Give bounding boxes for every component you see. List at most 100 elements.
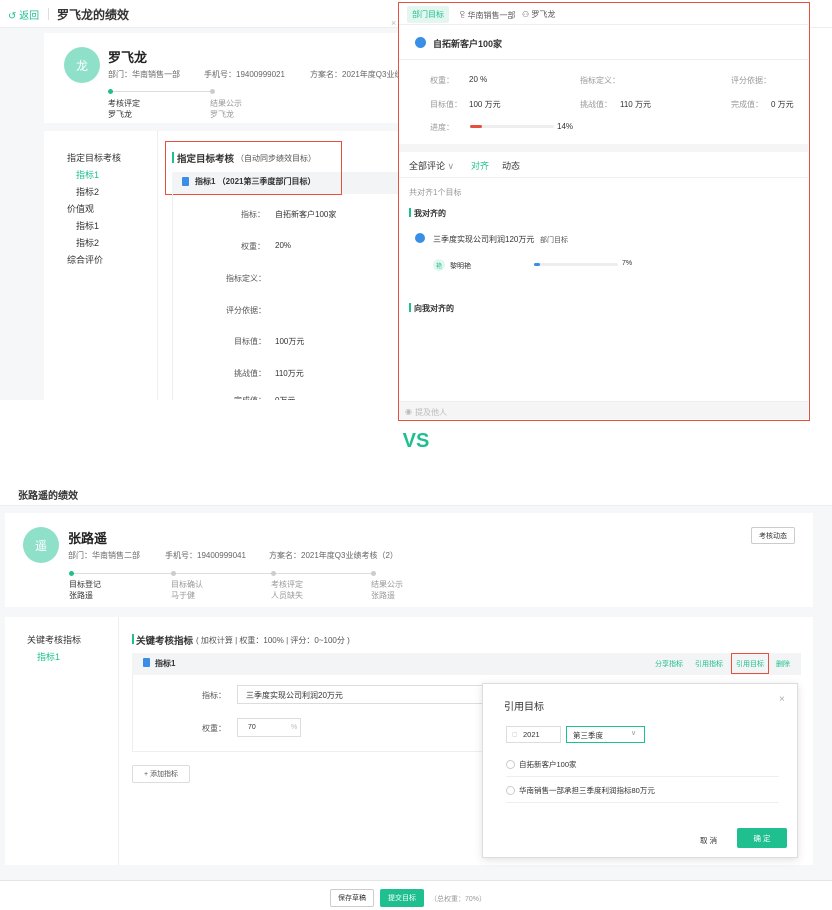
back-label: 返回	[19, 11, 40, 22]
indicator-title: 指标1 （2021第三季度部门目标）	[195, 177, 316, 186]
done-value: 0 万元	[771, 100, 794, 109]
quote-goal-link[interactable]: 引用目标	[736, 659, 764, 669]
nav-group[interactable]: 价值观	[67, 202, 94, 215]
step-who: 张路遥	[371, 591, 395, 600]
option-label[interactable]: 自拓新客户100家	[519, 759, 577, 770]
section-subtitle: （自动同步绩效目标）	[236, 154, 316, 163]
user-icon: ⚇	[522, 10, 530, 19]
person-plan: 方案名：2021年度Q3业绩考核（2）	[269, 551, 398, 560]
close-icon[interactable]: ×	[779, 694, 785, 705]
step-label: 考核评定	[271, 580, 303, 589]
mention-input[interactable]: ◉ 提及他人	[399, 401, 808, 419]
field-label: 挑战值：	[234, 369, 266, 378]
radio-option[interactable]	[506, 786, 515, 795]
tab-align[interactable]: 对齐	[471, 159, 489, 172]
person-dept: 部门：华南销售二部	[68, 551, 140, 560]
indicator-input[interactable]: 三季度实现公司利润20万元	[237, 685, 487, 704]
tab-activity[interactable]: 动态	[502, 159, 520, 172]
save-draft-button[interactable]: 保存草稿	[330, 889, 374, 907]
aligned-goal[interactable]: 三季度实现公司利润120万元	[433, 234, 534, 245]
add-indicator-button[interactable]: + 添加指标	[132, 765, 190, 783]
assignee-progress: 7%	[622, 260, 633, 267]
weight-value: 20 %	[469, 75, 488, 84]
avatar: 龙	[64, 47, 100, 83]
indicator-icon	[143, 658, 150, 667]
dynamic-button[interactable]: 考核动态	[751, 527, 795, 544]
cancel-button[interactable]: 取 消	[700, 835, 717, 846]
step-who: 罗飞龙	[108, 110, 132, 119]
content-card: 指定目标考核 指标1 指标2 价值观 指标1 指标2 综合评价 指定目标考核 （…	[44, 131, 404, 400]
share-indicator-link[interactable]: 分享指标	[655, 659, 683, 669]
delete-link[interactable]: 删除	[776, 659, 790, 669]
target-label: 目标值：	[430, 100, 462, 109]
field-label: 指标：	[241, 210, 265, 219]
field-value: 自拓新客户100家	[275, 210, 337, 219]
quote-goal-dialog: 引用目标 × ▢ 2021 第三季度 ∨ 自拓新客户100家 华南销售一部承担三…	[482, 683, 798, 858]
back-button[interactable]: ↺ 返回	[8, 7, 39, 22]
divider	[48, 8, 49, 20]
footer: 保存草稿 提交目标 （总权重：70%）	[0, 880, 832, 910]
tab-all-comments[interactable]: 全部评论 ∨	[409, 159, 454, 172]
section-marker	[172, 152, 174, 163]
tab-dept[interactable]: ꄗ 华南销售一部	[459, 9, 515, 21]
nav-group[interactable]: 指定目标考核	[67, 151, 121, 164]
step-dot-active	[108, 89, 113, 94]
step-label: 目标确认	[171, 580, 203, 589]
weight-input[interactable]: 70 %	[237, 718, 301, 737]
aligned-tag: 部门目标	[540, 237, 568, 244]
page-title: 张路遥的绩效	[18, 491, 78, 502]
page-title: 罗飞龙的绩效	[57, 8, 130, 22]
avatar: 艳	[433, 259, 445, 271]
field-label: 指标定义：	[226, 274, 266, 283]
option-label[interactable]: 华南销售一部承担三季度利润指标80万元	[519, 785, 655, 796]
confirm-button[interactable]: 确 定	[737, 828, 787, 848]
radio-option[interactable]	[506, 760, 515, 769]
year-picker[interactable]: ▢ 2021	[506, 726, 561, 743]
step-who: 马于健	[171, 591, 195, 600]
field-value: 0万元	[275, 395, 295, 400]
aligned-count: 共对齐1个目标	[409, 188, 462, 197]
person-card: 龙 罗飞龙 部门：华南销售一部 手机号：19400999021 方案名：2021…	[44, 33, 410, 123]
person-phone: 手机号：19400999041	[165, 551, 246, 560]
calendar-icon: ▢	[512, 732, 518, 738]
submit-button[interactable]: 提交目标	[380, 889, 424, 907]
step-label: 结果公示	[210, 99, 242, 108]
progress-label: 进度：	[430, 123, 454, 132]
nav-item-active[interactable]: 指标1	[76, 168, 99, 181]
progress-track	[470, 125, 554, 128]
nav-group[interactable]: 综合评价	[67, 253, 103, 266]
indicator-icon	[182, 177, 189, 186]
nav-item[interactable]: 指标2	[76, 236, 99, 249]
step-label: 结果公示	[371, 580, 403, 589]
field-value: 100万元	[275, 337, 305, 346]
bottom-header: 张路遥的绩效	[0, 478, 832, 506]
tab-person[interactable]: ⚇ 罗飞龙	[522, 9, 555, 20]
step-who: 张路遥	[69, 591, 93, 600]
nav-item[interactable]: 指标2	[76, 185, 99, 198]
quarter-select[interactable]: 第三季度 ∨	[566, 726, 645, 743]
dialog-title: 引用目标	[504, 702, 544, 713]
nav-item[interactable]: 指标1	[76, 219, 99, 232]
person-phone: 手机号：19400999021	[204, 70, 285, 79]
tab-dept-goal[interactable]: 部门目标	[407, 6, 449, 23]
my-aligned-title: 我对齐的	[414, 209, 446, 218]
indicator-title: 指标1	[155, 659, 176, 668]
nav-group[interactable]: 关键考核指标	[27, 633, 81, 646]
year-value: 2021	[523, 730, 540, 739]
total-weight: （总权重：70%）	[430, 896, 487, 903]
back-icon: ↺	[8, 11, 17, 22]
step-who: 人员缺失	[271, 591, 303, 600]
quote-indicator-link[interactable]: 引用指标	[695, 659, 723, 669]
target-value: 100 万元	[469, 100, 501, 109]
weight-input-value: 70	[248, 724, 256, 731]
section-subtitle: ( 加权计算 | 权重：100% | 评分：0~100分 )	[196, 636, 350, 645]
weight-unit: %	[291, 724, 298, 731]
chevron-down-icon: ∨	[631, 730, 637, 737]
org-icon: ꄗ	[459, 11, 466, 20]
avatar: 遥	[23, 527, 59, 563]
section-marker	[409, 208, 411, 217]
basis-label: 评分依据：	[731, 76, 771, 85]
nav-item-active[interactable]: 指标1	[37, 650, 60, 663]
step-label: 目标登记	[69, 580, 101, 589]
def-label: 指标定义：	[580, 76, 620, 85]
